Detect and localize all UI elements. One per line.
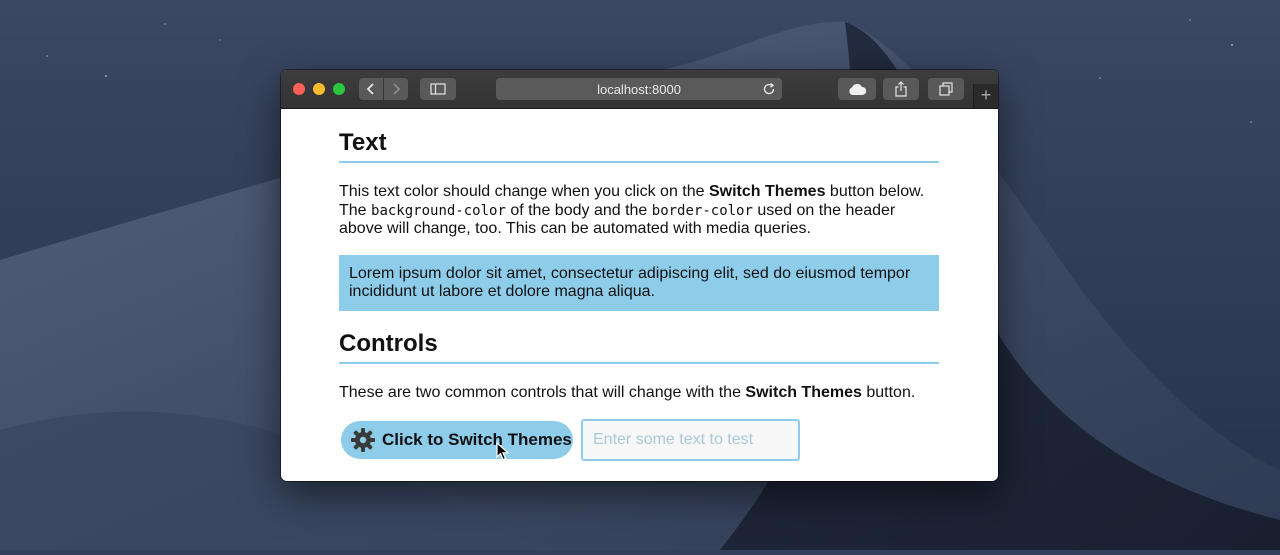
text-description: This text color should change when you c… — [339, 183, 939, 239]
close-window-button[interactable] — [293, 83, 305, 95]
chevron-left-icon — [366, 83, 374, 95]
share-button[interactable] — [883, 78, 919, 100]
switch-themes-button[interactable]: Click to Switch Themes — [341, 421, 573, 459]
minimize-window-button[interactable] — [313, 83, 325, 95]
zoom-window-button[interactable] — [333, 83, 345, 95]
controls-description-part: These are two common controls that will … — [339, 383, 746, 401]
share-icon — [895, 81, 907, 97]
background-color-code: background-color — [371, 202, 506, 219]
mouse-cursor-icon — [496, 442, 510, 461]
switch-themes-button-label: Click to Switch Themes — [382, 430, 572, 449]
text-section-heading: Text — [339, 128, 939, 163]
test-text-input[interactable] — [581, 419, 800, 461]
back-button[interactable] — [359, 78, 383, 100]
sidebar-icon — [430, 83, 446, 95]
icloud-tabs-button[interactable] — [838, 78, 876, 100]
text-description-part: of the body and the — [505, 201, 652, 219]
cloud-icon — [849, 83, 867, 95]
forward-button[interactable] — [384, 78, 408, 100]
controls-description-part: button. — [861, 383, 916, 401]
switch-themes-emphasis: Switch Themes — [745, 383, 862, 401]
reload-icon[interactable] — [762, 82, 776, 96]
browser-toolbar: localhost:8000 + — [281, 70, 998, 109]
tabs-icon — [939, 82, 953, 96]
controls-description: These are two common controls that will … — [339, 384, 939, 403]
border-color-code: border-color — [651, 202, 753, 219]
sidebar-toggle-button[interactable] — [420, 78, 456, 100]
new-tab-button[interactable]: + — [973, 84, 998, 108]
browser-window: localhost:8000 + Text This text color sh… — [281, 70, 998, 481]
show-all-tabs-button[interactable] — [928, 78, 964, 100]
gear-icon — [350, 427, 376, 453]
controls-section-heading: Controls — [339, 329, 939, 364]
chevron-right-icon — [393, 83, 401, 95]
controls-row: Click to Switch Themes — [339, 419, 939, 461]
page-content: Text This text color should change when … — [339, 108, 939, 461]
lorem-ipsum-box: Lorem ipsum dolor sit amet, consectetur … — [339, 254, 939, 311]
address-url: localhost:8000 — [597, 81, 681, 97]
text-description-part: This text color should change when you c… — [339, 183, 709, 200]
switch-themes-emphasis: Switch Themes — [708, 183, 826, 200]
address-bar[interactable]: localhost:8000 — [496, 78, 782, 100]
